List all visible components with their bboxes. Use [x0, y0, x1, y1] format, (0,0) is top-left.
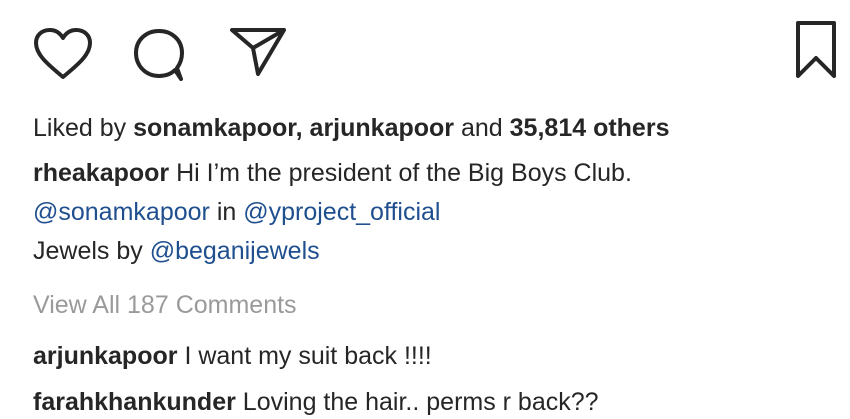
comment-row: arjunkapoor I want my suit back !!!!	[33, 341, 830, 371]
caption-username[interactable]: rheakapoor	[33, 159, 169, 187]
liker-username-1[interactable]: sonamkapoor	[133, 114, 296, 142]
likes-and: and	[460, 114, 503, 142]
mention-link[interactable]: @beganijewels	[150, 237, 320, 265]
comment-username[interactable]: arjunkapoor	[33, 342, 177, 370]
caption-in: in	[216, 198, 237, 226]
share-icon[interactable]	[228, 26, 288, 78]
bookmark-icon[interactable]	[794, 20, 838, 80]
mention-link[interactable]: @sonamkapoor	[33, 198, 210, 226]
comment-text: I want my suit back !!!!	[184, 342, 432, 370]
liker-link-1[interactable]: sonamkapoor,	[133, 114, 303, 142]
likes-prefix: Liked by	[33, 114, 127, 142]
mention-link[interactable]: @yproject_official	[243, 198, 440, 226]
heart-icon[interactable]	[32, 27, 94, 81]
caption-line: rheakapoor Hi I’m the president of the B…	[33, 158, 830, 188]
comment-icon[interactable]	[131, 28, 189, 84]
view-all-comments-link[interactable]: View All 187 Comments	[33, 290, 830, 320]
comment-row: farahkhankunder Loving the hair.. perms …	[33, 387, 830, 417]
likes-summary: Liked by sonamkapoor, arjunkapoor and 35…	[33, 113, 830, 143]
caption-jewels-prefix: Jewels by	[33, 237, 143, 265]
caption-line: @sonamkapoor in @yproject_official	[33, 197, 830, 227]
comment-text: Loving the hair.. perms r back??	[242, 388, 599, 416]
post-actions-bar	[0, 0, 850, 100]
caption-text: Hi I’m the president of the Big Boys Clu…	[176, 159, 632, 187]
comment-username[interactable]: farahkhankunder	[33, 388, 236, 416]
caption-line: Jewels by @beganijewels	[33, 236, 830, 266]
liker-link-2[interactable]: arjunkapoor	[310, 114, 454, 142]
likes-separator: ,	[295, 114, 303, 142]
likes-count-link[interactable]: 35,814 others	[510, 114, 670, 142]
